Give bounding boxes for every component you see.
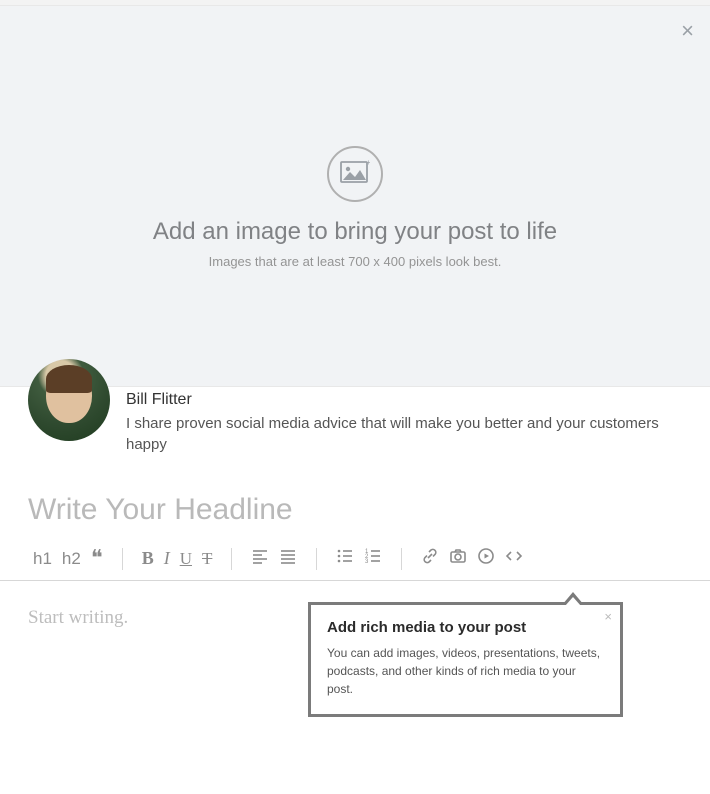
popover-close-button[interactable]: × <box>604 609 612 624</box>
svg-text:+: + <box>366 160 370 167</box>
close-icon: × <box>604 609 612 624</box>
author-text: Bill Flitter I share proven social media… <box>110 345 682 455</box>
editor-toolbar: h1 h2 ❝ B I U T <box>0 535 710 581</box>
heading2-button[interactable]: h2 <box>57 547 86 571</box>
ordered-list-icon: 123 <box>364 547 382 570</box>
toolbar-group-lists: 123 <box>331 545 387 572</box>
align-justify-icon <box>279 547 297 570</box>
bold-button[interactable]: B <box>137 546 159 571</box>
play-circle-icon <box>477 547 495 570</box>
toolbar-divider <box>231 548 232 570</box>
close-icon: × <box>681 18 694 43</box>
author-name: Bill Flitter <box>126 391 682 409</box>
strikethrough-button[interactable]: T <box>197 547 217 571</box>
align-justify-button[interactable] <box>274 545 302 572</box>
close-button[interactable]: × <box>681 20 694 42</box>
headline-input[interactable] <box>28 493 682 527</box>
code-icon <box>505 547 523 570</box>
author-avatar[interactable] <box>28 359 110 441</box>
image-placeholder-icon: + <box>340 160 370 189</box>
underline-button[interactable]: U <box>175 547 197 571</box>
headline-area <box>0 455 710 535</box>
ordered-list-button[interactable]: 123 <box>359 545 387 572</box>
hero-title: Add an image to bring your post to life <box>0 218 710 246</box>
toolbar-divider <box>122 548 123 570</box>
svg-text:3: 3 <box>365 559 369 565</box>
bullet-list-button[interactable] <box>331 545 359 572</box>
toolbar-group-align <box>246 545 302 572</box>
quote-icon: ❝ <box>91 551 103 565</box>
align-left-icon <box>251 547 269 570</box>
toolbar-divider <box>401 548 402 570</box>
heading1-button[interactable]: h1 <box>28 547 57 571</box>
popover-body: You can add images, videos, presentation… <box>327 644 604 698</box>
hero-inner: + Add an image to bring your post to lif… <box>0 6 710 269</box>
link-button[interactable] <box>416 545 444 572</box>
image-button[interactable] <box>444 545 472 572</box>
author-row: Bill Flitter I share proven social media… <box>0 345 710 455</box>
bullet-list-icon <box>336 547 354 570</box>
add-image-button[interactable]: + <box>327 146 383 202</box>
popover-content: Add rich media to your post You can add … <box>311 605 620 714</box>
video-button[interactable] <box>472 545 500 572</box>
author-bio: I share proven social media advice that … <box>126 413 682 455</box>
hero-subtitle: Images that are at least 700 x 400 pixel… <box>0 254 710 269</box>
toolbar-group-media <box>416 545 528 572</box>
toolbar-divider <box>316 548 317 570</box>
embed-button[interactable] <box>500 545 528 572</box>
italic-button[interactable]: I <box>159 546 175 571</box>
toolbar-group-format: B I U T <box>137 546 218 571</box>
link-icon <box>421 547 439 570</box>
blockquote-button[interactable]: ❝ <box>86 551 108 567</box>
toolbar-group-headings: h1 h2 ❝ <box>28 547 108 571</box>
hero-image-area[interactable]: × + Add an image to bring your post to l… <box>0 6 710 387</box>
align-left-button[interactable] <box>246 545 274 572</box>
camera-icon <box>449 547 467 570</box>
popover-title: Add rich media to your post <box>327 619 604 636</box>
rich-media-popover: × Add rich media to your post You can ad… <box>308 602 623 717</box>
